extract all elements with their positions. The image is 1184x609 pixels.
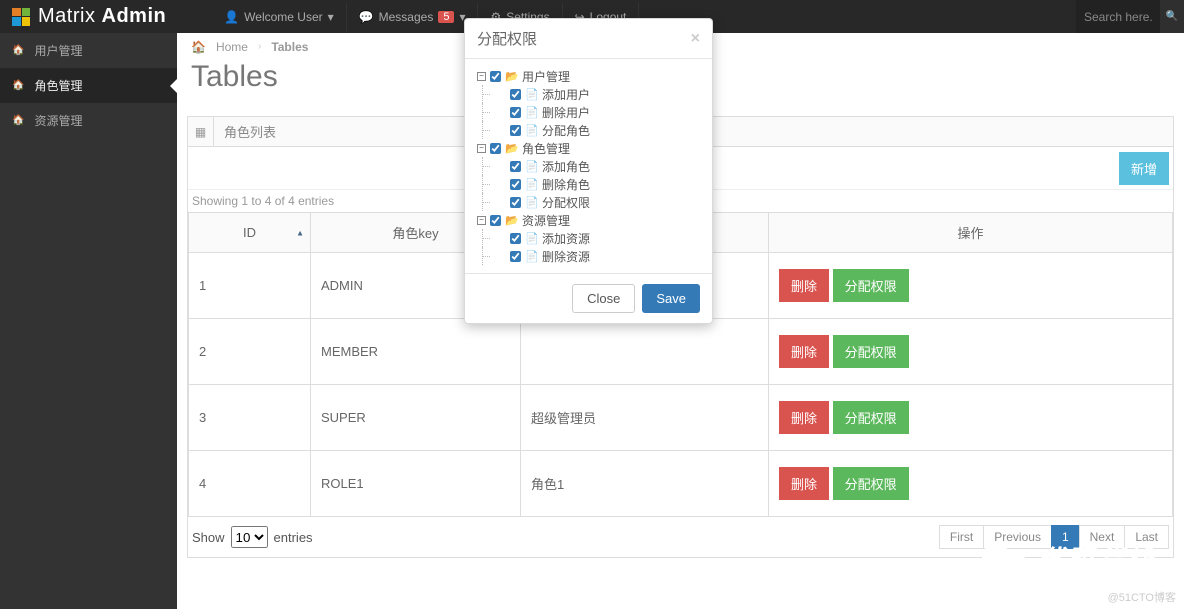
folder-icon: 📂 (505, 142, 518, 155)
tree-label[interactable]: 用户管理 (522, 68, 570, 85)
tree-label[interactable]: 添加角色 (542, 158, 590, 175)
folder-icon: 📂 (505, 214, 518, 227)
tree-checkbox[interactable] (490, 143, 501, 154)
collapse-icon[interactable]: − (477, 216, 486, 225)
file-icon: 📄 (525, 124, 538, 137)
file-icon: 📄 (525, 232, 538, 245)
tree-checkbox[interactable] (510, 179, 521, 190)
collapse-icon[interactable]: − (477, 144, 486, 153)
tree-label[interactable]: 分配角色 (542, 122, 590, 139)
close-icon[interactable]: × (691, 30, 700, 48)
tree-checkbox[interactable] (490, 71, 501, 82)
tree-label[interactable]: 角色管理 (522, 140, 570, 157)
tree-checkbox[interactable] (510, 251, 521, 262)
permission-tree: − 📂 用户管理 📄 添加用户 📄 删除用户 📄 分配角色 − 📂 角色管理 📄 添加角色 📄 删除角色 📄 分配… (477, 67, 700, 265)
modal-title: 分配权限 (477, 28, 537, 49)
file-icon: 📄 (525, 88, 538, 101)
tree-checkbox[interactable] (510, 89, 521, 100)
file-icon: 📄 (525, 196, 538, 209)
tree-label[interactable]: 删除角色 (542, 176, 590, 193)
file-icon: 📄 (525, 250, 538, 263)
tree-label[interactable]: 分配权限 (542, 194, 590, 211)
file-icon: 📄 (525, 160, 538, 173)
credit: @51CTO博客 (1108, 589, 1176, 605)
modal-close-button[interactable]: Close (572, 284, 635, 313)
tree-checkbox[interactable] (510, 233, 521, 244)
tree-checkbox[interactable] (510, 161, 521, 172)
tree-label[interactable]: 添加资源 (542, 230, 590, 247)
tree-label[interactable]: 添加用户 (542, 86, 590, 103)
tree-label[interactable]: 删除资源 (542, 248, 590, 265)
tree-label[interactable]: 删除用户 (542, 104, 590, 121)
file-icon: 📄 (525, 106, 538, 119)
file-icon: 📄 (525, 178, 538, 191)
tree-checkbox[interactable] (510, 125, 521, 136)
tree-label[interactable]: 资源管理 (522, 212, 570, 229)
folder-icon: 📂 (505, 70, 518, 83)
tree-checkbox[interactable] (510, 197, 521, 208)
tree-checkbox[interactable] (510, 107, 521, 118)
collapse-icon[interactable]: − (477, 72, 486, 81)
tree-checkbox[interactable] (490, 215, 501, 226)
modal-save-button[interactable]: Save (642, 284, 700, 313)
assign-permission-modal: 分配权限 × − 📂 用户管理 📄 添加用户 📄 删除用户 📄 分配角色 − 📂 角色管理 📄 添加角色 📄… (464, 18, 713, 324)
